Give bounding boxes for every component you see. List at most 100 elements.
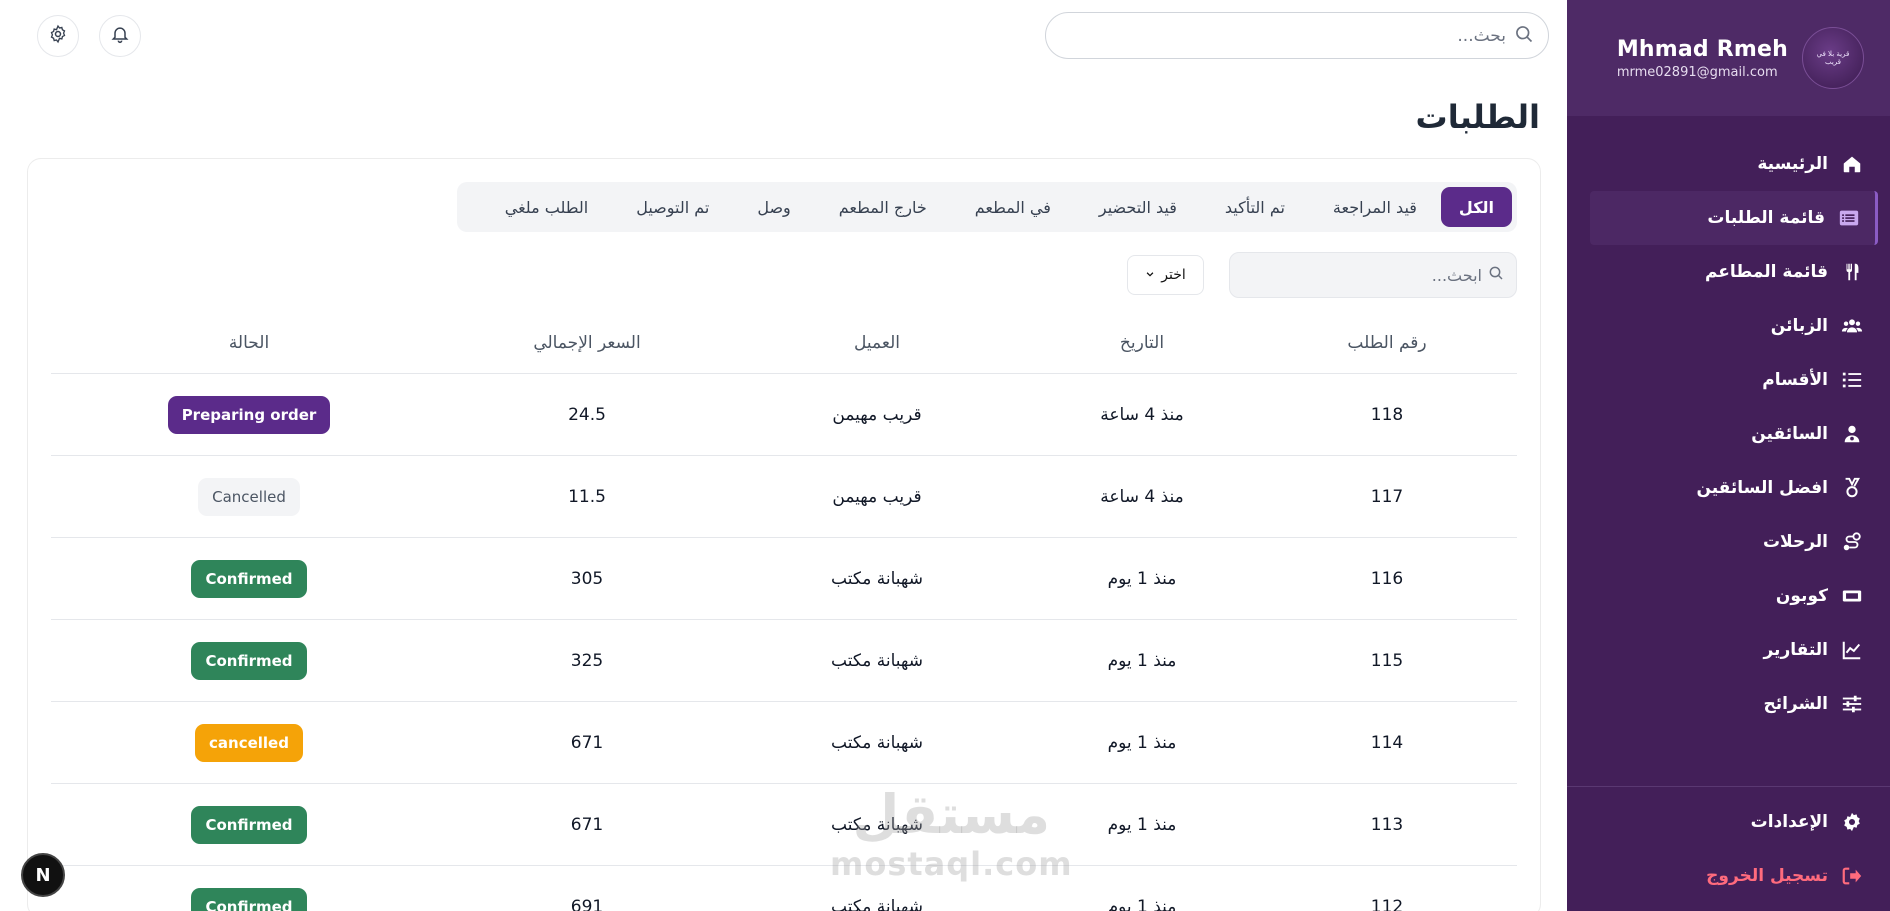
- order-number-cell: 115: [1370, 650, 1404, 671]
- user-profile-header: قرية بلا في قريب Mhmad Rmeh mrme02891@gm…: [1567, 0, 1890, 116]
- filter-select[interactable]: اختر: [1127, 255, 1204, 295]
- sidebar-item-customers[interactable]: الزبائن: [1590, 299, 1878, 353]
- page-title: الطلبات: [1415, 98, 1540, 136]
- status-badge[interactable]: Confirmed: [191, 559, 307, 598]
- status-badge[interactable]: cancelled: [195, 723, 303, 762]
- customer-cell: شهبانة مكتب: [831, 732, 923, 753]
- tab-delivered[interactable]: تم التوصيل: [612, 187, 733, 227]
- tab-confirmed[interactable]: تم التأكيد: [1201, 187, 1309, 227]
- sidebar-bottom-nav: الإعدادات تسجيل الخروج: [1590, 795, 1878, 903]
- table-row[interactable]: 114 منذ 1 يوم شهبانة مكتب 671 cancelled: [51, 702, 1517, 784]
- order-number-cell: 116: [1370, 568, 1404, 589]
- sidebar-item-label: التقارير: [1763, 640, 1828, 660]
- ticket-icon: [1840, 584, 1864, 608]
- table-body: 118 منذ 4 ساعة قريب مهيمن 24.5 Preparing ord…: [51, 374, 1517, 911]
- status-badge[interactable]: Preparing order: [167, 395, 331, 434]
- utensils-icon: [1840, 260, 1864, 284]
- status-cell: Confirmed: [51, 559, 447, 598]
- sidebar-item-drivers[interactable]: السائقين: [1590, 407, 1878, 461]
- user-email: mrme02891@gmail.com: [1616, 64, 1778, 80]
- orders-search-input[interactable]: [1230, 265, 1488, 285]
- status-badge[interactable]: Confirmed: [191, 887, 307, 911]
- total-price-cell: 671: [570, 814, 604, 835]
- total-price-cell: 24.5: [568, 404, 606, 425]
- sidebar-item-label: الأقسام: [1762, 370, 1828, 390]
- total-price-cell: 671: [570, 732, 604, 753]
- sidebar-item-categories[interactable]: الأقسام: [1590, 353, 1878, 407]
- search-icon: [1514, 24, 1534, 48]
- order-number-cell: 112: [1370, 896, 1404, 911]
- tab-cancelled[interactable]: الطلب ملغي: [481, 187, 612, 227]
- list-icon: [1837, 206, 1861, 230]
- sidebar-item-orders[interactable]: قائمة الطلبات: [1590, 191, 1878, 245]
- sidebar-item-label: قائمة المطاعم: [1704, 262, 1828, 282]
- global-search[interactable]: [1045, 12, 1549, 59]
- status-cell: Cancelled: [51, 477, 447, 516]
- order-number-cell: 113: [1370, 814, 1404, 835]
- sidebar-item-restaurants[interactable]: قائمة المطاعم: [1590, 245, 1878, 299]
- orders-table: رقم الطلب التاريخ العميل السعر الإجمالي …: [51, 312, 1517, 911]
- table-row[interactable]: 113 منذ 1 يوم شهبانة مكتب 671 Confirmed: [51, 784, 1517, 866]
- tab-preparing[interactable]: قيد التحضير: [1075, 187, 1201, 227]
- sidebar-item-label: افضل السائقين: [1696, 478, 1828, 498]
- status-badge[interactable]: Confirmed: [191, 641, 307, 680]
- categories-icon: [1840, 368, 1864, 392]
- driver-icon: [1840, 422, 1864, 446]
- notifications-button[interactable]: [99, 15, 141, 57]
- sidebar-nav: الرئيسية قائمة الطلبات قائمة المطاعم الز…: [1590, 137, 1878, 731]
- avatar[interactable]: قرية بلا في قريب: [1802, 27, 1864, 89]
- global-search-input[interactable]: [1046, 15, 1514, 56]
- table-row[interactable]: 118 منذ 4 ساعة قريب مهيمن 24.5 Preparing ord…: [51, 374, 1517, 456]
- sidebar-item-sliders[interactable]: الشرائح: [1590, 677, 1878, 731]
- customer-cell: قريب مهيمن: [832, 486, 922, 507]
- status-cell: cancelled: [51, 723, 447, 762]
- gear-icon: [48, 24, 68, 48]
- users-icon: [1840, 314, 1864, 338]
- tab-out-of-restaurant[interactable]: خارج المطعم: [815, 187, 951, 227]
- gear-icon: [1840, 810, 1864, 834]
- tab-all[interactable]: الكل: [1440, 187, 1512, 227]
- bell-icon: [110, 24, 130, 48]
- orders-search[interactable]: [1229, 252, 1517, 298]
- customer-cell: شهبانة مكتب: [831, 896, 923, 911]
- sidebar-item-top-drivers[interactable]: افضل السائقين: [1590, 461, 1878, 515]
- date-cell: منذ 1 يوم: [1107, 650, 1177, 671]
- sidebar-item-label: كوبون: [1775, 586, 1828, 606]
- status-tabs: الكل قيد المراجعة تم التأكيد قيد التحضير…: [457, 182, 1517, 232]
- table-row[interactable]: 116 منذ 1 يوم شهبانة مكتب 305 Confirmed: [51, 538, 1517, 620]
- sidebar-item-home[interactable]: الرئيسية: [1590, 137, 1878, 191]
- table-row[interactable]: 115 منذ 1 يوم شهبانة مكتب 325 Confirmed: [51, 620, 1517, 702]
- customer-cell: شهبانة مكتب: [831, 568, 923, 589]
- sidebar-item-reports[interactable]: التقارير: [1590, 623, 1878, 677]
- header-order-number[interactable]: رقم الطلب: [1257, 333, 1517, 353]
- header-status[interactable]: الحالة: [51, 333, 447, 353]
- sidebar-item-label: الإعدادات: [1750, 812, 1828, 832]
- tab-arrived[interactable]: وصل: [733, 187, 814, 227]
- filter-select-label: اختر: [1161, 267, 1186, 283]
- sidebar-item-label: الرئيسية: [1757, 154, 1828, 174]
- tab-under-review[interactable]: قيد المراجعة: [1309, 187, 1441, 227]
- settings-button[interactable]: [37, 15, 79, 57]
- status-cell: Confirmed: [51, 887, 447, 911]
- chevron-down-icon: [1145, 267, 1155, 283]
- dev-tools-badge[interactable]: N: [21, 853, 65, 897]
- tab-in-restaurant[interactable]: في المطعم: [951, 187, 1075, 227]
- sidebar-item-trips[interactable]: الرحلات: [1590, 515, 1878, 569]
- status-badge[interactable]: Cancelled: [198, 477, 300, 516]
- sidebar-item-coupon[interactable]: كوبون: [1590, 569, 1878, 623]
- table-row[interactable]: 117 منذ 4 ساعة قريب مهيمن 11.5 Cancelled: [51, 456, 1517, 538]
- table-header: رقم الطلب التاريخ العميل السعر الإجمالي …: [51, 312, 1517, 374]
- sidebar-item-settings[interactable]: الإعدادات: [1590, 795, 1878, 849]
- table-row[interactable]: 112 منذ 1 يوم شهبانة مكتب 691 Confirmed: [51, 866, 1517, 911]
- chart-icon: [1840, 638, 1864, 662]
- date-cell: منذ 1 يوم: [1107, 732, 1177, 753]
- total-price-cell: 325: [570, 650, 604, 671]
- header-customer[interactable]: العميل: [727, 333, 1027, 353]
- header-date[interactable]: التاريخ: [1027, 333, 1257, 353]
- logout-icon: [1840, 864, 1864, 888]
- status-badge[interactable]: Confirmed: [191, 805, 307, 844]
- sidebar-item-logout[interactable]: تسجيل الخروج: [1590, 849, 1878, 903]
- header-total[interactable]: السعر الإجمالي: [447, 333, 727, 353]
- medal-icon: [1840, 476, 1864, 500]
- order-number-cell: 114: [1370, 732, 1404, 753]
